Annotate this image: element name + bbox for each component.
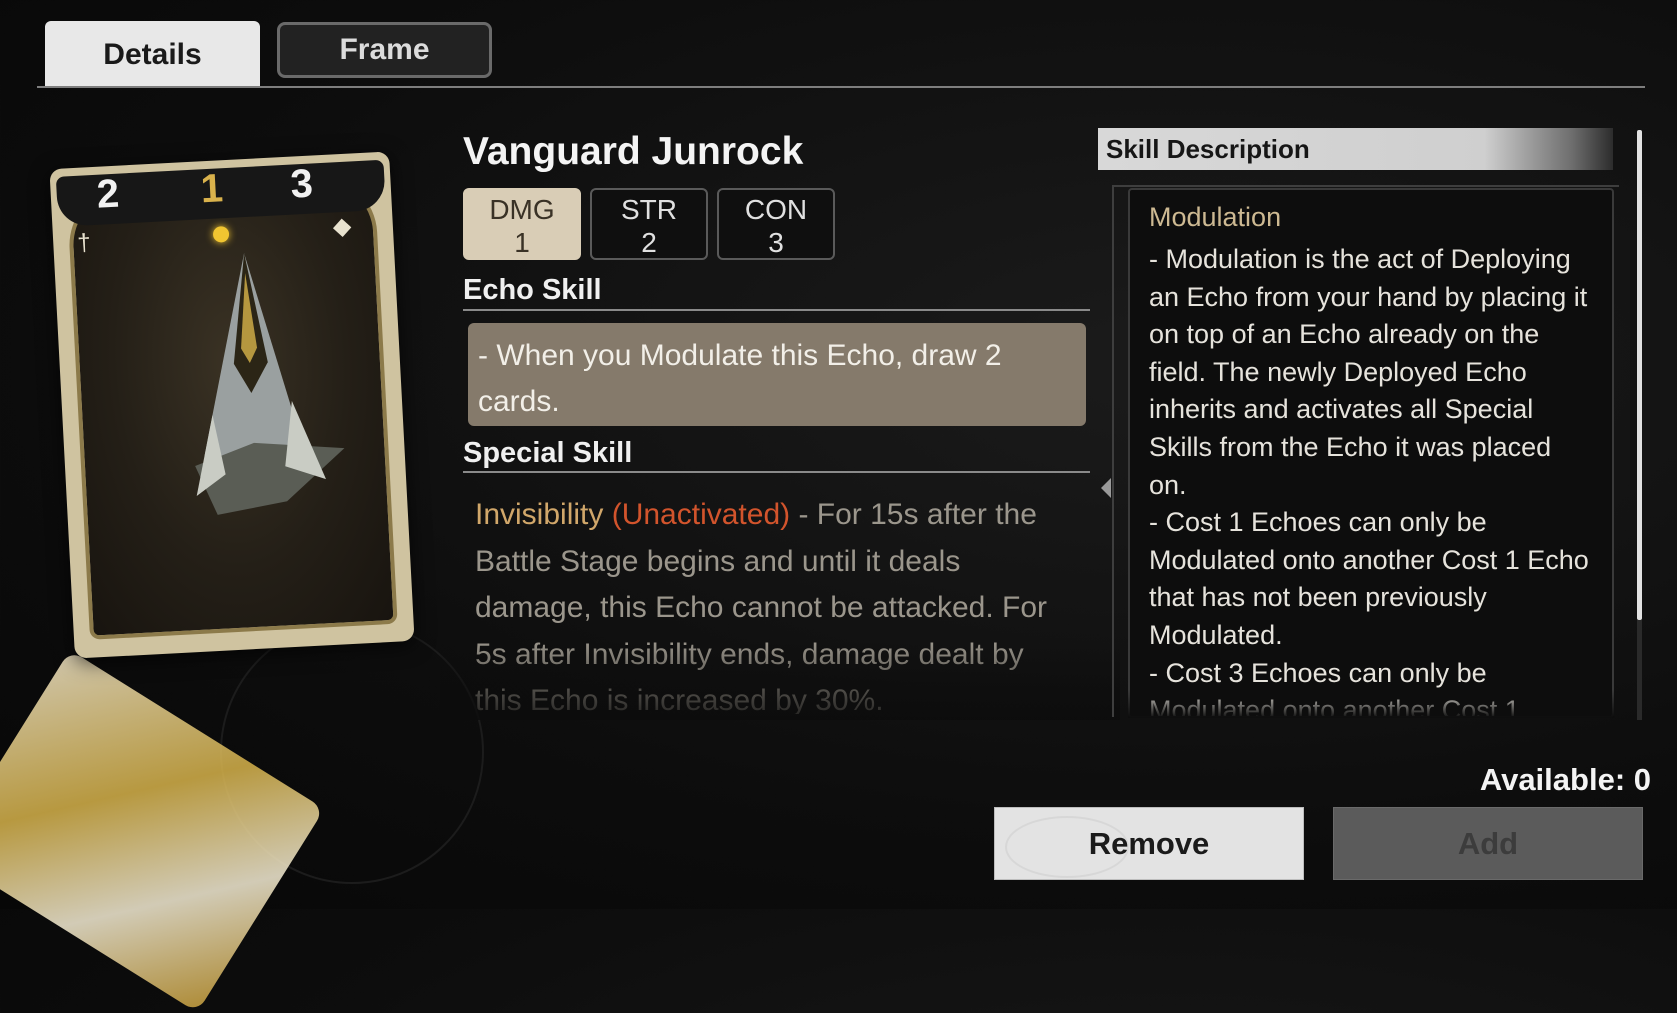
- stat-value: 1: [514, 227, 530, 258]
- stat-value: 3: [768, 227, 784, 258]
- card-cost-right: 3: [289, 161, 314, 207]
- skill-description-scrollbar[interactable]: [1637, 130, 1642, 620]
- panel-pointer-icon: [1101, 478, 1111, 498]
- sword-icon: †: [76, 229, 92, 257]
- special-skill-divider: [463, 471, 1090, 473]
- card-cost-left: 2: [95, 171, 121, 217]
- stat-con: CON 3: [717, 188, 835, 260]
- add-button-label: Add: [1457, 825, 1519, 861]
- echo-name: Vanguard Junrock: [463, 130, 804, 173]
- scrollbar-track: [1637, 620, 1642, 720]
- remove-button-label: Remove: [1088, 825, 1210, 861]
- stat-label: CON: [744, 194, 808, 225]
- special-skill-fade: [440, 640, 1120, 720]
- skill-description-fade: [1128, 690, 1614, 718]
- skill-description-header: Skill Description: [1098, 128, 1613, 170]
- special-skill-status: (Unactivated): [611, 498, 791, 531]
- skill-description-title: Modulation: [1149, 202, 1282, 232]
- shield-icon: ◆: [332, 212, 352, 241]
- card-cost-mid: 1: [199, 166, 225, 212]
- special-skill-title: Special Skill: [463, 437, 633, 469]
- stat-value: 2: [641, 227, 657, 258]
- echo-card: 2 1 3 † ◆: [49, 151, 415, 659]
- skill-description-panel[interactable]: Modulation - Modulation is the act of De…: [1128, 188, 1614, 718]
- stat-label: DMG: [489, 194, 555, 225]
- stat-str: STR 2: [590, 188, 708, 260]
- skill-description-body: - Modulation is the act of Deploying an …: [1149, 244, 1589, 716]
- echo-skill-divider: [463, 309, 1090, 311]
- stat-dmg: DMG 1: [463, 188, 581, 260]
- card-art-frame: [66, 172, 398, 640]
- echo-skill-title: Echo Skill: [463, 274, 602, 306]
- available-count: Available: 0: [1479, 762, 1651, 797]
- add-button[interactable]: Add: [1333, 807, 1643, 880]
- special-skill-keyword: Invisibility: [475, 498, 604, 531]
- remove-button[interactable]: Remove: [994, 807, 1304, 880]
- echo-skill-text: - When you Modulate this Echo, draw 2 ca…: [468, 323, 1086, 426]
- tab-divider: [37, 86, 1645, 88]
- stat-label: STR: [621, 194, 677, 225]
- tab-frame[interactable]: Frame: [277, 22, 492, 78]
- tab-details[interactable]: Details: [45, 21, 260, 88]
- junrock-crystal-art: [195, 253, 345, 515]
